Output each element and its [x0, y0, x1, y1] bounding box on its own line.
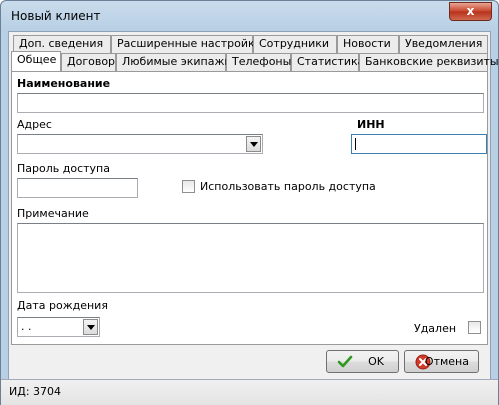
inn-input[interactable]: [351, 134, 487, 154]
tab-favorite-crews[interactable]: Любимые экипажи: [116, 53, 232, 71]
cancel-label: Отмена: [424, 355, 469, 368]
tab-notifications[interactable]: Уведомления: [399, 35, 488, 53]
deleted-checkbox[interactable]: [468, 321, 481, 334]
address-label: Адрес: [17, 118, 52, 131]
birth-date-value: . .: [21, 320, 32, 333]
ok-label: OK: [368, 355, 384, 368]
tab-contract[interactable]: Договор: [61, 53, 116, 71]
birth-date-label: Дата рождения: [17, 299, 108, 312]
chevron-down-icon[interactable]: [246, 136, 261, 152]
inn-label: ИНН: [357, 118, 385, 131]
close-button[interactable]: x: [449, 2, 492, 21]
password-label: Пароль доступа: [17, 162, 110, 175]
password-input[interactable]: [17, 178, 138, 198]
name-input[interactable]: [17, 93, 484, 113]
use-password-checkbox[interactable]: [182, 180, 195, 193]
title-bar[interactable]: Новый клиент x: [1, 1, 498, 31]
dialog-window: Новый клиент x Доп. сведения Расширенные…: [0, 0, 499, 405]
birth-date-picker[interactable]: . .: [17, 317, 100, 337]
note-label: Примечание: [17, 207, 89, 220]
chevron-down-icon[interactable]: [83, 319, 98, 335]
tab-statistics[interactable]: Статистика: [291, 53, 364, 71]
status-id: ИД: 3704: [9, 385, 62, 398]
client-area: Доп. сведения Расширенные настройки Сотр…: [8, 31, 499, 398]
tab-bank-details[interactable]: Банковские реквизиты: [359, 53, 499, 71]
address-select[interactable]: [17, 134, 263, 154]
general-tab-panel: Наименование Адрес ИНН Пароль доступа Ис…: [11, 71, 488, 345]
name-label: Наименование: [17, 77, 111, 90]
deleted-label: Удален: [414, 322, 457, 335]
tab-advanced-settings[interactable]: Расширенные настройки: [111, 35, 262, 53]
window-title: Новый клиент: [11, 9, 101, 23]
tab-phones[interactable]: Телефоны: [226, 53, 291, 71]
status-bar: ИД: 3704: [1, 379, 498, 405]
text-caret: [355, 138, 356, 150]
tab-general[interactable]: Общее: [11, 51, 61, 71]
use-password-label: Использовать пароль доступа: [200, 180, 376, 193]
tab-employees[interactable]: Сотрудники: [253, 35, 337, 53]
tab-news[interactable]: Новости: [337, 35, 399, 53]
ok-button[interactable]: OK: [326, 350, 399, 373]
note-textarea[interactable]: [17, 223, 484, 293]
cancel-button[interactable]: Отмена: [404, 350, 479, 373]
checkmark-icon: [337, 355, 353, 368]
close-icon: x: [466, 4, 475, 18]
